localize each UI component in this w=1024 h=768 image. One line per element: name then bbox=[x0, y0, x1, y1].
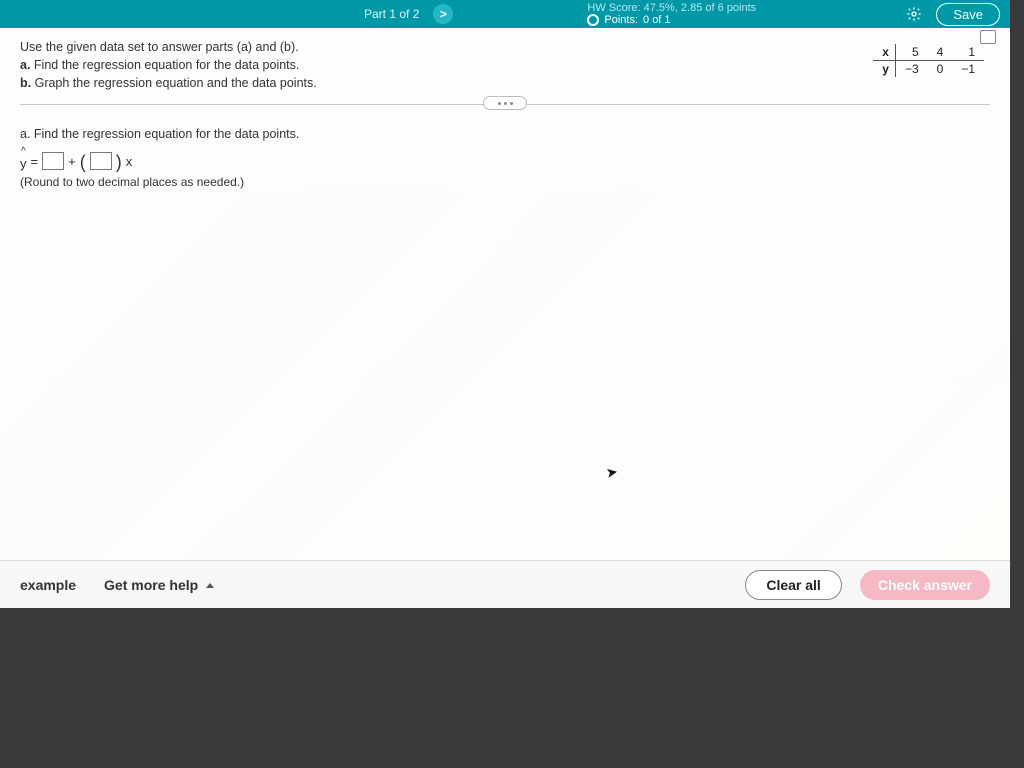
points-value: 0 of 1 bbox=[643, 14, 671, 26]
x-val-1: 4 bbox=[928, 44, 953, 61]
data-table: x 5 4 1 y −3 0 −1 bbox=[873, 44, 984, 77]
part-a-section: a. Find the regression equation for the … bbox=[0, 105, 1010, 189]
workspace-area bbox=[0, 189, 1010, 560]
x-row-label: x bbox=[873, 44, 895, 61]
gear-icon[interactable] bbox=[906, 6, 922, 22]
y-val-0: −3 bbox=[895, 61, 927, 78]
y-val-2: −1 bbox=[952, 61, 984, 78]
next-part-button[interactable]: > bbox=[433, 4, 453, 24]
points-status-icon bbox=[587, 14, 599, 26]
part-a-text: Find the regression equation for the dat… bbox=[34, 58, 299, 72]
open-paren: ( bbox=[80, 155, 86, 169]
plus-sign: + bbox=[68, 154, 76, 169]
part-b-label: b. bbox=[20, 76, 31, 90]
x-val-2: 1 bbox=[952, 44, 984, 61]
score-block: HW Score: 47.5%, 2.85 of 6 points Points… bbox=[587, 2, 756, 26]
footer-bar: example Get more help Clear all Check an… bbox=[0, 560, 1010, 608]
regression-equation: y = + ( ) x bbox=[20, 151, 990, 171]
rounding-note: (Round to two decimal places as needed.) bbox=[20, 175, 990, 189]
problem-statement: Use the given data set to answer parts (… bbox=[0, 28, 1010, 105]
x-variable: x bbox=[126, 154, 133, 169]
x-val-0: 5 bbox=[895, 44, 927, 61]
part-b-text: Graph the regression equation and the da… bbox=[35, 76, 317, 90]
caret-up-icon bbox=[206, 583, 214, 588]
get-more-help-label: Get more help bbox=[104, 577, 198, 593]
clear-all-button[interactable]: Clear all bbox=[745, 570, 841, 600]
close-paren: ) bbox=[116, 155, 122, 169]
part-a-prompt: a. Find the regression equation for the … bbox=[20, 127, 990, 141]
part-a-label: a. bbox=[20, 58, 30, 72]
part-indicator: Part 1 of 2 bbox=[364, 7, 419, 21]
get-more-help-link[interactable]: Get more help bbox=[104, 577, 214, 593]
y-val-1: 0 bbox=[928, 61, 953, 78]
example-link[interactable]: example bbox=[20, 577, 76, 593]
points-label: Points: bbox=[604, 14, 638, 26]
copy-icon[interactable] bbox=[982, 32, 996, 44]
problem-intro: Use the given data set to answer parts (… bbox=[20, 38, 580, 56]
intercept-input[interactable] bbox=[42, 152, 64, 170]
cursor-icon: ➤ bbox=[605, 463, 620, 482]
hw-score-text: HW Score: 47.5%, 2.85 of 6 points bbox=[587, 2, 756, 14]
y-hat-symbol: y bbox=[20, 151, 27, 171]
y-row-label: y bbox=[873, 61, 895, 78]
table-row: x 5 4 1 bbox=[873, 44, 984, 61]
slope-input[interactable] bbox=[90, 152, 112, 170]
assignment-header: Part 1 of 2 > HW Score: 47.5%, 2.85 of 6… bbox=[0, 0, 1010, 28]
equals-sign: = bbox=[31, 154, 39, 169]
check-answer-button[interactable]: Check answer bbox=[860, 570, 990, 600]
table-row: y −3 0 −1 bbox=[873, 61, 984, 78]
save-button[interactable]: Save bbox=[936, 3, 1000, 26]
expand-handle[interactable] bbox=[483, 96, 527, 110]
